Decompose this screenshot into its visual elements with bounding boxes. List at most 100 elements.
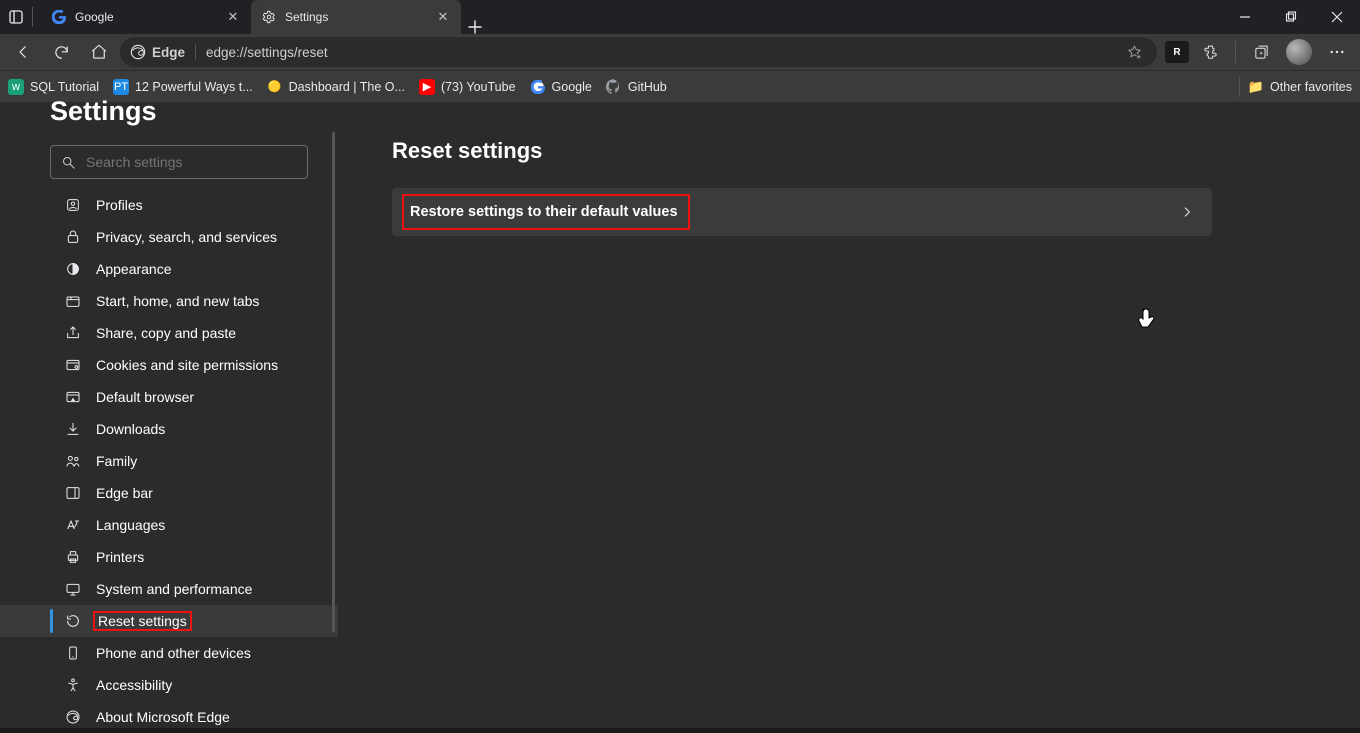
- search-input[interactable]: [86, 154, 297, 170]
- youtube-icon: ▶: [419, 79, 435, 95]
- sidebar-item-edge-bar[interactable]: Edge bar: [0, 477, 338, 509]
- more-icon: [1328, 43, 1346, 61]
- sidebar-item-profiles[interactable]: Profiles: [0, 189, 338, 221]
- edge-icon: [130, 44, 146, 60]
- sidebar-item-privacy[interactable]: Privacy, search, and services: [0, 221, 338, 253]
- sidebar-item-printers[interactable]: Printers: [0, 541, 338, 573]
- printer-icon: [64, 549, 82, 565]
- sidebar-heading: Settings: [0, 96, 338, 131]
- close-icon[interactable]: ✕: [435, 9, 451, 25]
- sidebar-item-label: Share, copy and paste: [96, 325, 236, 341]
- refresh-icon: [53, 44, 70, 61]
- restore-defaults-button[interactable]: Restore settings to their default values…: [392, 188, 1212, 236]
- maximize-button[interactable]: [1268, 0, 1314, 34]
- address-bar[interactable]: Edge edge://settings/reset: [120, 37, 1157, 67]
- sidebar-item-label: Start, home, and new tabs: [96, 293, 259, 309]
- reset-icon: [64, 613, 82, 629]
- search-settings[interactable]: [50, 145, 308, 179]
- odin-icon: 🟡: [267, 79, 283, 95]
- sidebar-item-cookies[interactable]: Cookies and site permissions: [0, 349, 338, 381]
- folder-icon: 📁: [1248, 79, 1264, 95]
- favorite-label: Google: [552, 80, 592, 94]
- edgebar-icon: [64, 485, 82, 501]
- github-icon: [606, 79, 622, 95]
- sidebar-item-default-browser[interactable]: Default browser: [0, 381, 338, 413]
- favorite-youtube[interactable]: ▶ (73) YouTube: [419, 79, 516, 95]
- site-identity-label: Edge: [152, 45, 185, 60]
- browser-icon: [64, 389, 82, 405]
- sidebar-item-label: Profiles: [96, 197, 143, 213]
- favorite-powerful-ways[interactable]: PT 12 Powerful Ways t...: [113, 79, 253, 95]
- settings-main: Reset settings Restore settings to their…: [338, 102, 1360, 728]
- favorite-button[interactable]: [1121, 37, 1147, 67]
- new-tab-button[interactable]: [461, 20, 489, 34]
- extension-badge[interactable]: R: [1165, 41, 1189, 63]
- extensions-button[interactable]: [1193, 37, 1227, 67]
- sidebar-item-label: Edge bar: [96, 485, 153, 501]
- star-plus-icon: [1126, 44, 1143, 61]
- menu-button[interactable]: [1320, 37, 1354, 67]
- puzzle-icon: [1202, 44, 1219, 61]
- sidebar-item-label: Downloads: [96, 421, 165, 437]
- favorite-sql-tutorial[interactable]: wSQL Tutorial: [8, 79, 99, 95]
- sidebar-item-label: Printers: [96, 549, 144, 565]
- sidebar-scrollbar[interactable]: [332, 132, 335, 632]
- separator: [1235, 41, 1236, 63]
- favorite-dashboard[interactable]: 🟡 Dashboard | The O...: [267, 79, 405, 95]
- sidebar-item-reset[interactable]: Reset settings: [0, 605, 338, 637]
- sidebar-item-label: Reset settings: [93, 611, 192, 631]
- home-button[interactable]: [82, 37, 116, 67]
- sidebar-item-downloads[interactable]: Downloads: [0, 413, 338, 445]
- close-icon[interactable]: ✕: [225, 9, 241, 25]
- pt-icon: PT: [113, 79, 129, 95]
- sidebar-item-phone[interactable]: Phone and other devices: [0, 637, 338, 669]
- other-favorites[interactable]: 📁Other favorites: [1248, 79, 1352, 95]
- plus-icon: [468, 20, 482, 34]
- tabs-icon: [64, 293, 82, 309]
- content-area: Settings Profiles Privacy, search, and s…: [0, 102, 1360, 728]
- sidebar-item-accessibility[interactable]: Accessibility: [0, 669, 338, 701]
- family-icon: [64, 453, 82, 469]
- sidebar-item-label: About Microsoft Edge: [96, 709, 230, 725]
- sidebar-item-label: Phone and other devices: [96, 645, 251, 661]
- sidebar-item-languages[interactable]: Languages: [0, 509, 338, 541]
- tab-actions-button[interactable]: [0, 0, 24, 34]
- url-text: edge://settings/reset: [206, 45, 328, 60]
- favorite-label: Dashboard | The O...: [289, 80, 405, 94]
- home-icon: [90, 43, 108, 61]
- sidebar-item-appearance[interactable]: Appearance: [0, 253, 338, 285]
- toolbar-right: R: [1161, 37, 1354, 67]
- favorite-github[interactable]: GitHub: [606, 79, 667, 95]
- tab-title: Google: [75, 10, 225, 24]
- settings-nav: Profiles Privacy, search, and services A…: [0, 189, 338, 733]
- sidebar-item-system[interactable]: System and performance: [0, 573, 338, 605]
- tab-settings[interactable]: Settings ✕: [251, 0, 461, 34]
- favorite-google[interactable]: Google: [530, 79, 592, 95]
- download-icon: [64, 421, 82, 437]
- favorite-label: 12 Powerful Ways t...: [135, 80, 253, 94]
- profile-button[interactable]: [1282, 37, 1316, 67]
- site-identity[interactable]: Edge: [130, 44, 185, 60]
- accessibility-icon: [64, 677, 82, 693]
- separator: [1239, 77, 1240, 97]
- sidebar-item-family[interactable]: Family: [0, 445, 338, 477]
- language-icon: [64, 517, 82, 533]
- settings-favicon-icon: [261, 9, 277, 25]
- w3-icon: w: [8, 79, 24, 95]
- sidebar-item-label: System and performance: [96, 581, 252, 597]
- sidebar-item-about[interactable]: About Microsoft Edge: [0, 701, 338, 733]
- favorite-label: (73) YouTube: [441, 80, 516, 94]
- phone-icon: [64, 645, 82, 661]
- tab-google[interactable]: Google ✕: [41, 0, 251, 34]
- edge-logo-icon: [64, 709, 82, 725]
- close-window-button[interactable]: [1314, 0, 1360, 34]
- title-bar: Google ✕ Settings ✕: [0, 0, 1360, 34]
- minimize-button[interactable]: [1222, 0, 1268, 34]
- sidebar-item-start[interactable]: Start, home, and new tabs: [0, 285, 338, 317]
- sidebar-item-share[interactable]: Share, copy and paste: [0, 317, 338, 349]
- refresh-button[interactable]: [44, 37, 78, 67]
- back-button[interactable]: [6, 37, 40, 67]
- sidebar-item-label: Appearance: [96, 261, 172, 277]
- sidebar-item-label: Cookies and site permissions: [96, 357, 278, 373]
- collections-button[interactable]: [1244, 37, 1278, 67]
